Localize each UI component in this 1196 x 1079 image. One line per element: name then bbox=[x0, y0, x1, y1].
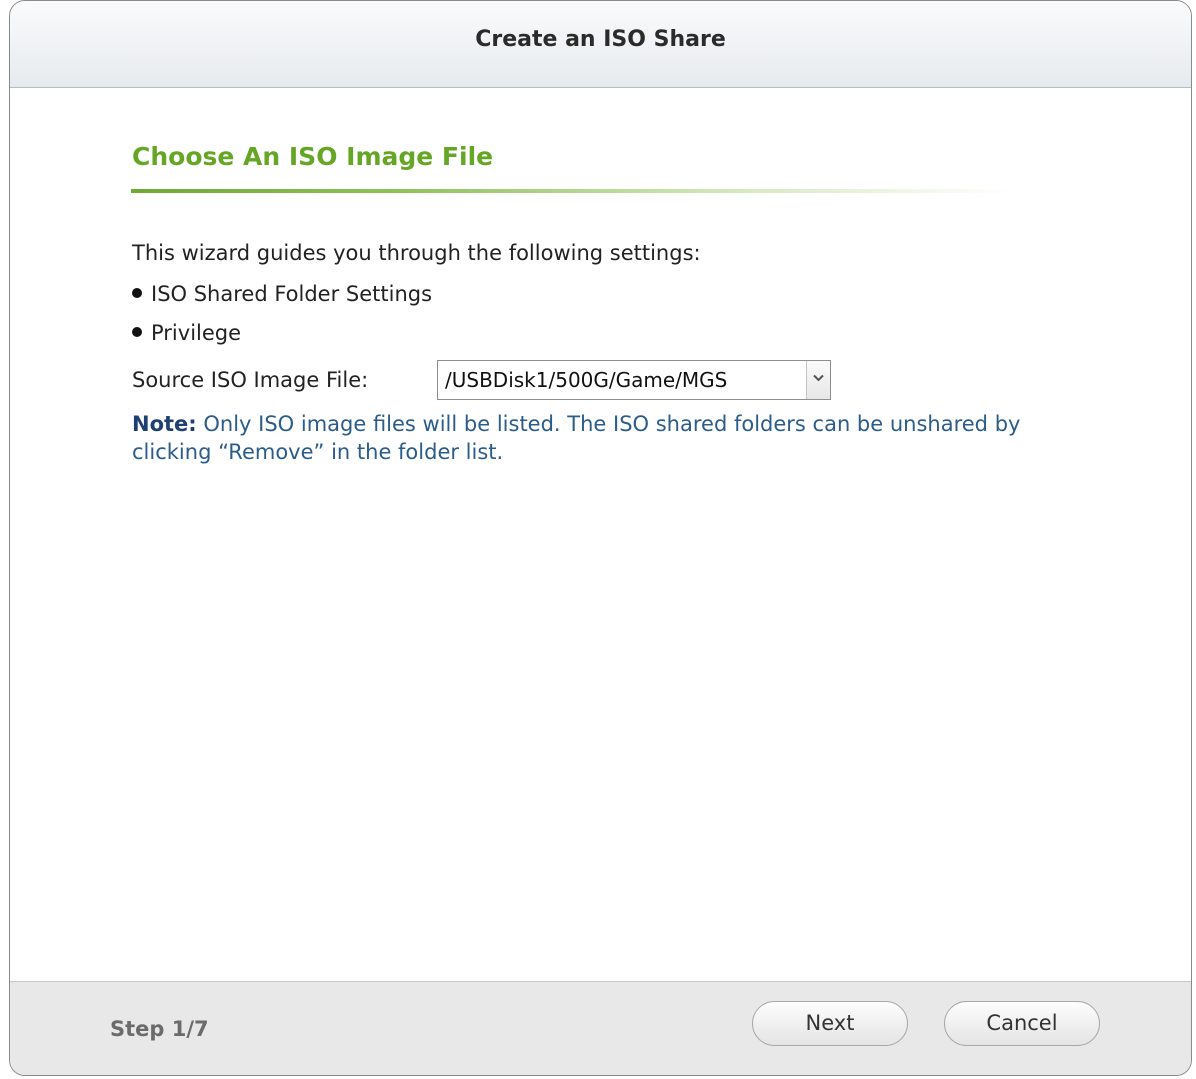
cancel-button[interactable]: Cancel bbox=[944, 1001, 1100, 1046]
dialog-title: Create an ISO Share bbox=[475, 27, 726, 52]
source-iso-selected-value: /USBDisk1/500G/Game/MGS bbox=[445, 368, 728, 392]
dropdown-button[interactable] bbox=[806, 361, 830, 399]
note-text: Note: Only ISO image files will be liste… bbox=[132, 410, 1032, 466]
source-iso-label: Source ISO Image File: bbox=[132, 368, 369, 392]
bullet-dot-icon bbox=[132, 288, 142, 298]
note-label: Note: bbox=[132, 412, 197, 436]
list-item-iso-shared-folder-settings: ISO Shared Folder Settings bbox=[132, 282, 432, 306]
dialog-footer: Step 1/7 Next Cancel bbox=[10, 981, 1191, 1075]
dialog-content: Choose An ISO Image File This wizard gui… bbox=[10, 88, 1191, 984]
section-divider bbox=[131, 189, 1011, 193]
source-iso-select[interactable]: /USBDisk1/500G/Game/MGS bbox=[437, 360, 831, 400]
list-item-label: Privilege bbox=[151, 321, 242, 345]
dialog-titlebar: Create an ISO Share bbox=[10, 1, 1191, 88]
chevron-down-icon bbox=[813, 374, 824, 382]
create-iso-share-dialog: Create an ISO Share Choose An ISO Image … bbox=[9, 0, 1192, 1076]
list-item-label: ISO Shared Folder Settings bbox=[151, 282, 433, 306]
step-indicator: Step 1/7 bbox=[110, 1017, 209, 1041]
list-item-privilege: Privilege bbox=[132, 321, 241, 345]
next-button[interactable]: Next bbox=[752, 1001, 908, 1046]
intro-text: This wizard guides you through the follo… bbox=[132, 241, 701, 265]
bullet-dot-icon bbox=[132, 327, 142, 337]
note-body: Only ISO image files will be listed. The… bbox=[132, 412, 1021, 464]
section-title: Choose An ISO Image File bbox=[132, 142, 494, 171]
